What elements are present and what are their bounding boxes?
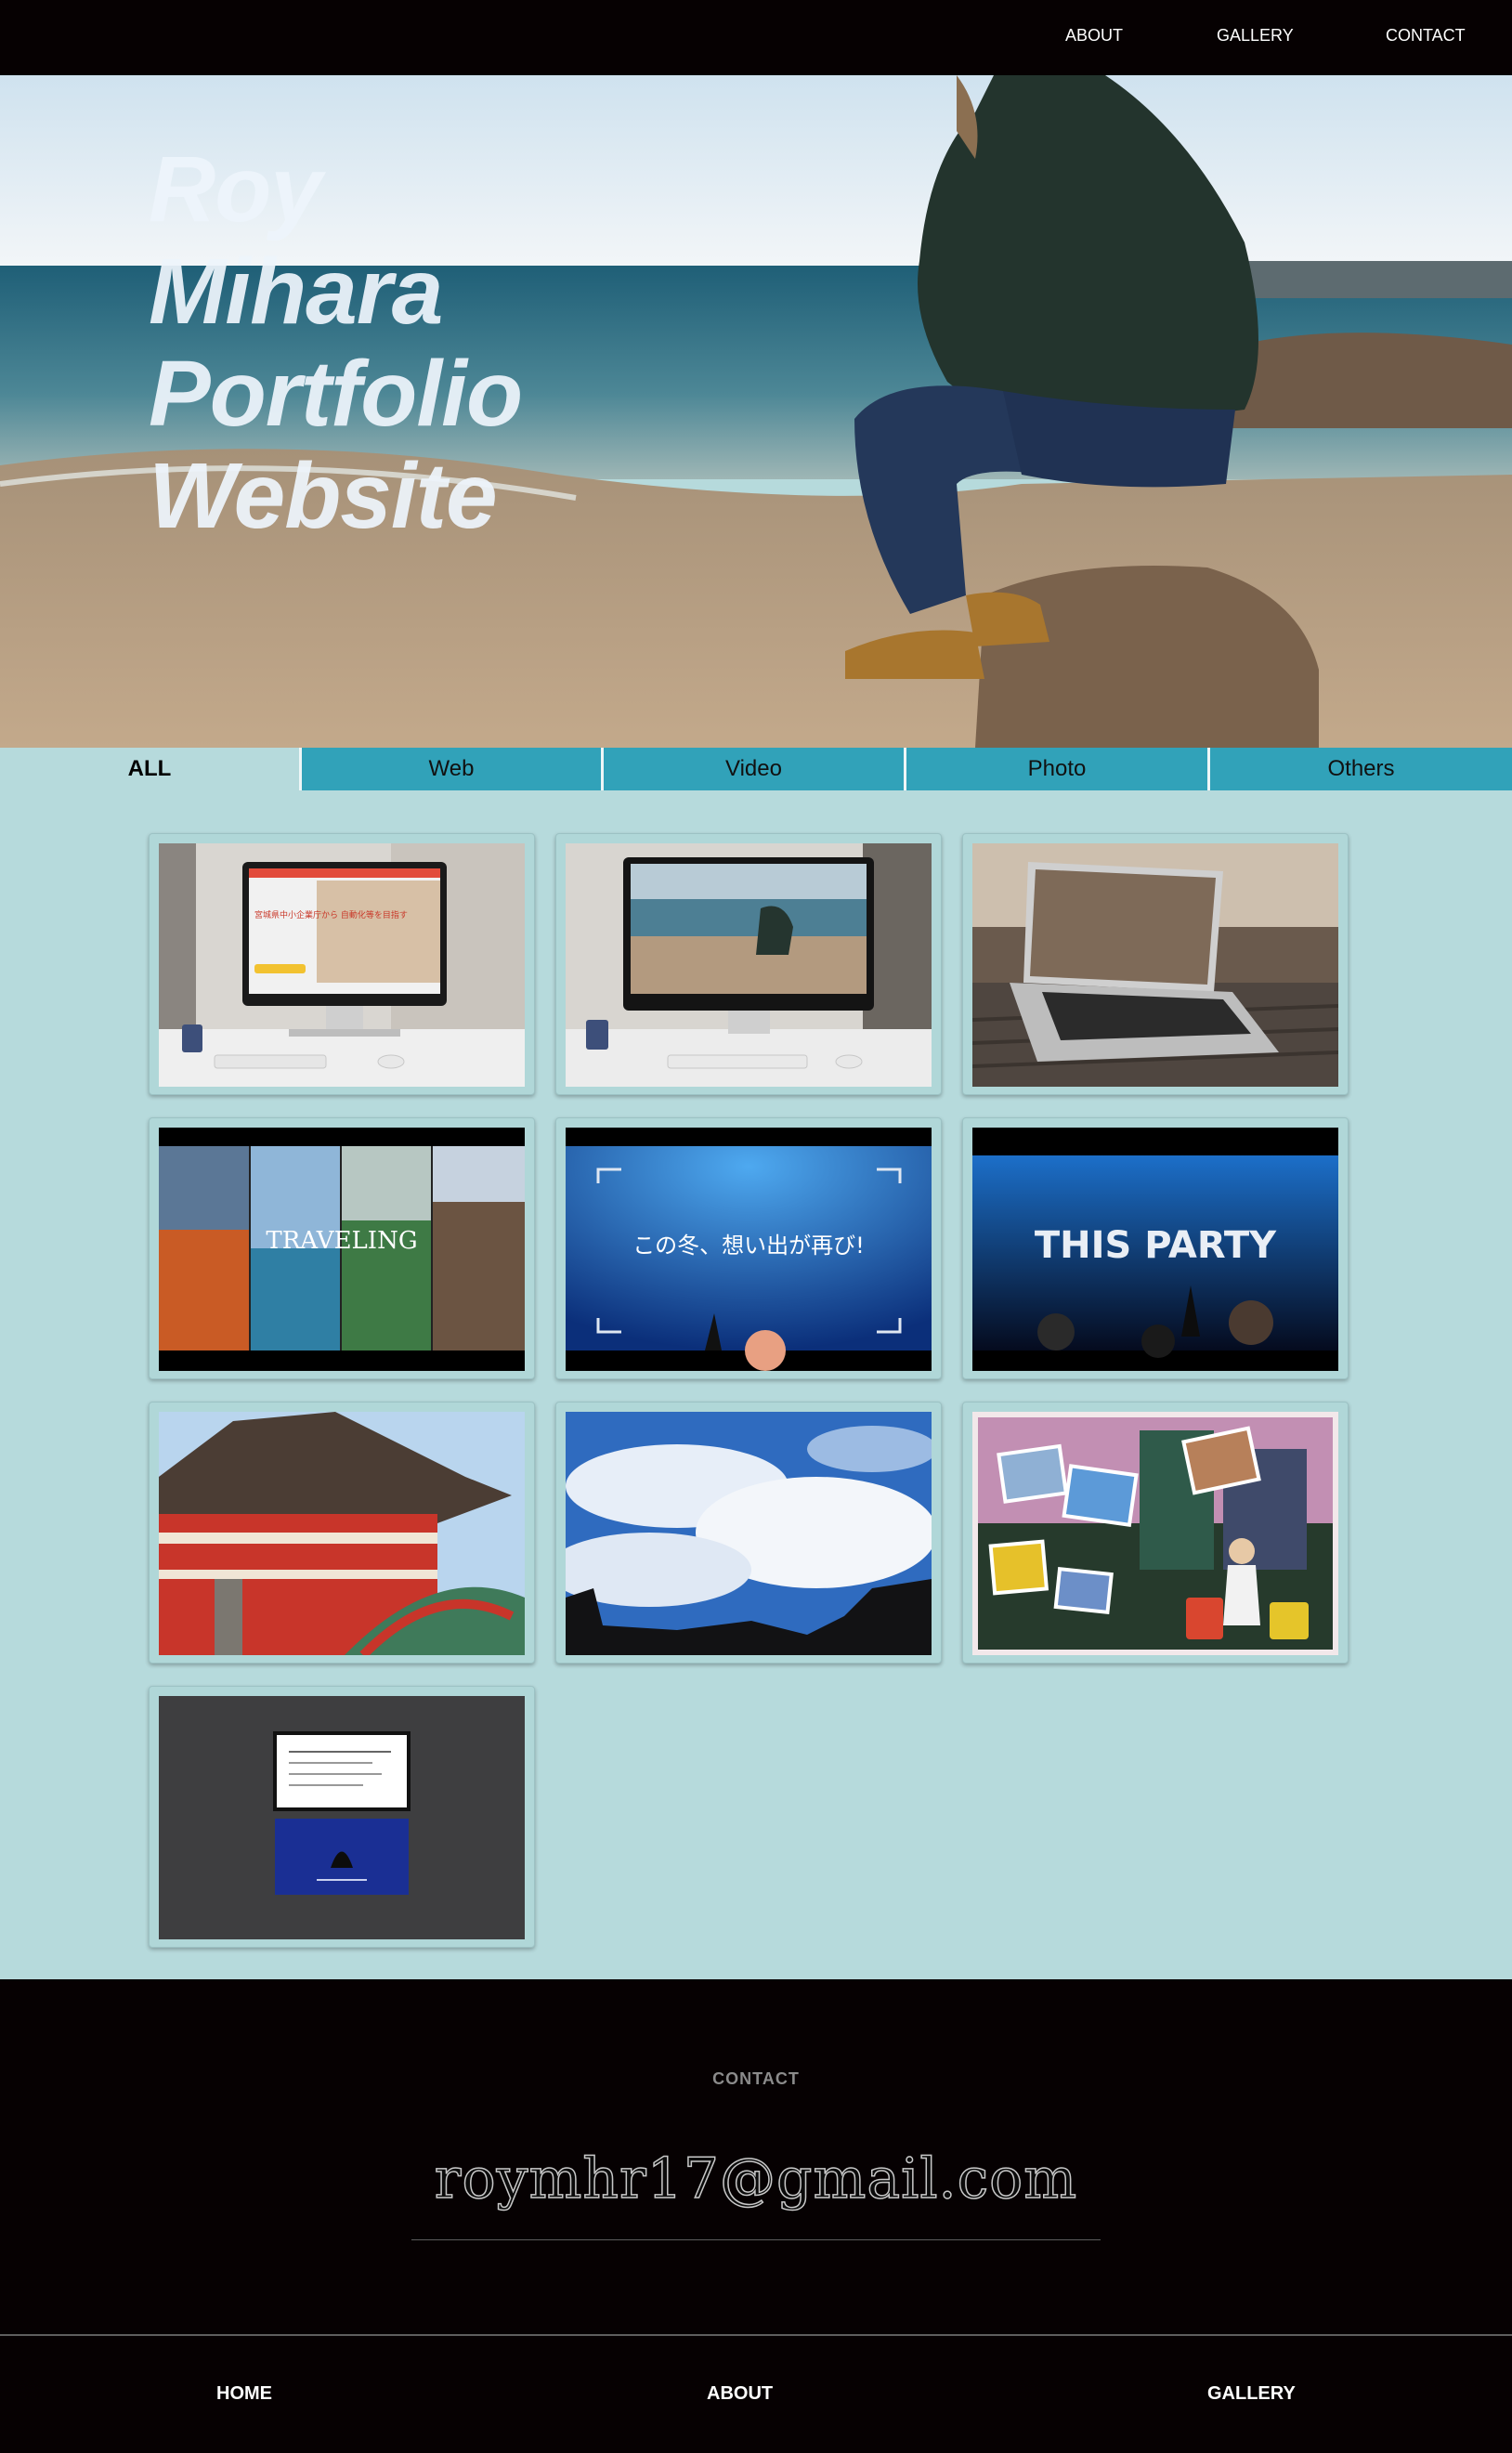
footer-home-link[interactable]: HOME (216, 2383, 272, 2405)
nav-gallery-link[interactable]: GALLERY (1217, 26, 1294, 46)
gallery-card-photo-2[interactable] (555, 1402, 942, 1664)
gallery-filter-tabs: ALL Web Video Photo Others (0, 748, 1512, 790)
gallery-card-photo-1[interactable] (149, 1402, 535, 1664)
laptop-cafe-thumbnail (972, 843, 1338, 1087)
gallery-card-photo-3[interactable] (962, 1402, 1349, 1664)
desktop-mockup-beach-thumbnail (566, 843, 932, 1087)
gallery-card-others-1[interactable] (149, 1686, 535, 1948)
shrine-photo-thumbnail (159, 1412, 525, 1655)
thumbnail-caption: この冬、想い出が再び! (632, 1233, 865, 1259)
top-navigation: ABOUT GALLERY CONTACT (0, 0, 1512, 75)
footer-gallery-link[interactable]: GALLERY (1207, 2383, 1296, 2405)
gallery-grid: 宮城県中小企業庁から 自動化等を目指す TRAVELING この冬、想い出が再び… (0, 790, 1512, 1979)
thumbnail-caption: THIS PARTY (1035, 1224, 1277, 1267)
traveling-video-thumbnail: TRAVELING (159, 1128, 525, 1371)
gallery-card-video-1[interactable]: TRAVELING (149, 1117, 535, 1379)
hero-title-line: Mihara (149, 240, 443, 344)
nav-contact-link[interactable]: CONTACT (1386, 26, 1466, 46)
business-card-thumbnail (159, 1696, 525, 1939)
tab-web[interactable]: Web (302, 748, 601, 790)
collage-photo-thumbnail (972, 1412, 1338, 1655)
gallery-card-web-2[interactable] (555, 833, 942, 1095)
hero-banner: Roy Mihara Portfolio Website (0, 75, 1512, 748)
hero-title-line: Roy (149, 137, 322, 241)
hero-title: Roy Mihara Portfolio Website (149, 138, 632, 547)
party-video-thumbnail: THIS PARTY (972, 1128, 1338, 1371)
footer-navigation: HOME ABOUT GALLERY (0, 2334, 1512, 2453)
nav-about-link[interactable]: ABOUT (1065, 26, 1123, 46)
contact-heading: CONTACT (712, 2069, 800, 2088)
contact-section: CONTACT roymhr17@gmail.com (0, 1979, 1512, 2334)
tab-photo[interactable]: Photo (906, 748, 1207, 790)
tab-all[interactable]: ALL (0, 748, 299, 790)
gallery-card-video-2[interactable]: この冬、想い出が再び! (555, 1117, 942, 1379)
tab-others[interactable]: Others (1210, 748, 1512, 790)
contact-email-link[interactable]: roymhr17@gmail.com (0, 2146, 1512, 2212)
tab-video[interactable]: Video (604, 748, 904, 790)
hero-title-line: Website (149, 444, 498, 548)
footer-about-link[interactable]: ABOUT (707, 2383, 773, 2405)
thumbnail-caption: 宮城県中小企業庁から 自動化等を目指す (254, 909, 408, 920)
hero-title-line: Portfolio (149, 342, 523, 446)
gallery-card-video-3[interactable]: THIS PARTY (962, 1117, 1349, 1379)
contact-divider (411, 2239, 1101, 2240)
thumbnail-caption: TRAVELING (266, 1227, 417, 1255)
gallery-card-web-1[interactable]: 宮城県中小企業庁から 自動化等を目指す (149, 833, 535, 1095)
sky-photo-thumbnail (566, 1412, 932, 1655)
desktop-mockup-website-thumbnail: 宮城県中小企業庁から 自動化等を目指す (159, 843, 525, 1087)
gallery-card-web-3[interactable] (962, 833, 1349, 1095)
winter-video-thumbnail: この冬、想い出が再び! (566, 1128, 932, 1371)
